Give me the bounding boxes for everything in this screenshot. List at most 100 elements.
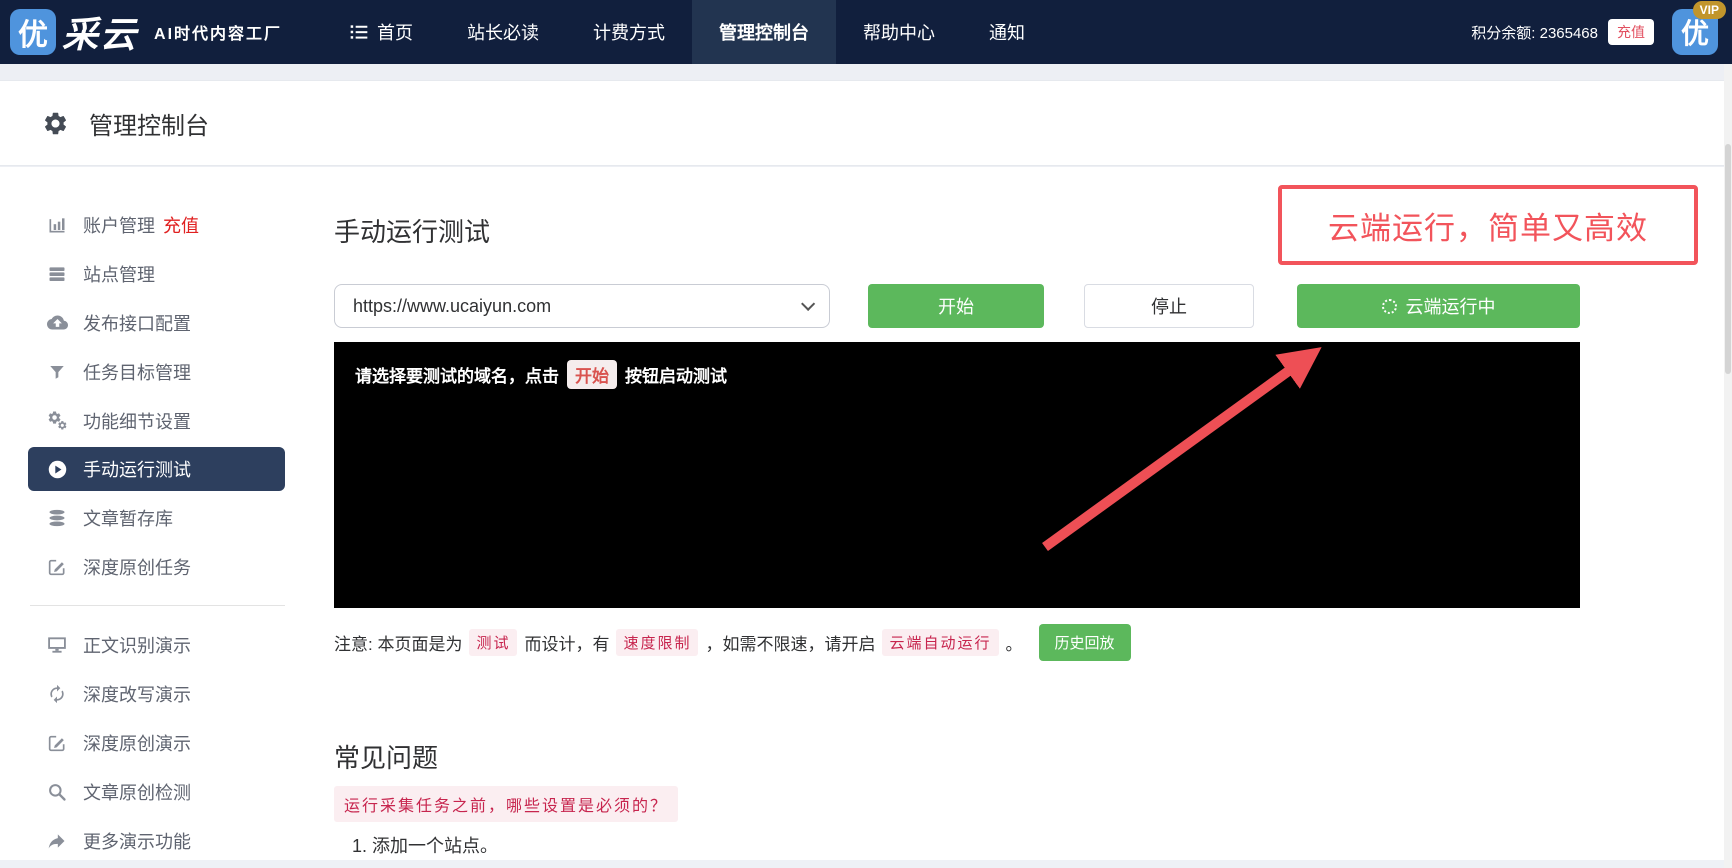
annotation-box: 云端运行，简单又高效 [1278,185,1698,265]
stop-button[interactable]: 停止 [1084,284,1254,328]
nav-item-must-read[interactable]: 站长必读 [440,0,566,64]
sidebar-item-deep-original-task[interactable]: 深度原创任务 [28,542,285,591]
sidebar-item-label: 深度原创演示 [83,733,191,754]
note-code-cloud-auto-run: 云端自动运行 [882,629,999,656]
brand-tagline: AI时代内容工厂 [154,26,283,43]
sidebar-item-label: 更多演示功能 [83,831,191,852]
nav-item-label: 帮助中心 [863,23,936,43]
page-title: 管理控制台 [89,112,209,140]
sidebar-item-sites[interactable]: 站点管理 [28,249,285,298]
recharge-badge[interactable]: 充值 [163,212,199,238]
nav-item-label: 首页 [377,23,414,43]
faq-title: 常见问题 [334,743,439,773]
sidebar-item-account[interactable]: 账户管理 充值 [28,200,285,249]
sidebar-item-feature-settings[interactable]: 功能细节设置 [28,396,285,445]
note-text: 注意: 本页面是为 [334,635,463,654]
start-button[interactable]: 开始 [868,284,1044,328]
funnel-icon [46,363,68,381]
sidebar-item-more-demos[interactable]: 更多演示功能 [28,816,285,865]
page-header: 管理控制台 [0,80,1732,166]
sidebar-item-manual-run-test[interactable]: 手动运行测试 [28,447,285,491]
faq-list-item: 1. 添加一个站点。 [352,836,499,856]
note-text: ，如需不限速，请开启 [705,635,876,654]
recharge-button[interactable]: 充值 [1608,19,1654,45]
sync-icon [46,684,68,704]
top-navbar: 优 采云 AI时代内容工厂 首页 站长必读 计费方式 管理控制台 帮助中心 通知… [0,0,1732,64]
page-root: 优 采云 AI时代内容工厂 首页 站长必读 计费方式 管理控制台 帮助中心 通知… [0,0,1732,868]
avatar[interactable]: 优 VIP [1672,1,1726,55]
nav-item-notice[interactable]: 通知 [962,0,1052,64]
cloud-upload-icon [46,312,68,333]
console-line: 请选择要测试的域名，点击 开始 按钮启动测试 [355,360,1559,389]
nav-item-label: 通知 [989,23,1026,43]
scrollbar-thumb[interactable] [1725,144,1731,374]
cloud-run-button-label: 云端运行中 [1405,297,1496,317]
server-icon [46,264,68,284]
sidebar-item-originality-check[interactable]: 文章原创检测 [28,767,285,816]
gear-icon [42,110,69,137]
sidebar-item-label: 深度改写演示 [83,684,191,705]
sidebar-divider [30,605,285,606]
list-icon [349,22,369,42]
sidebar-item-label: 任务目标管理 [83,362,191,383]
console-text: 按钮启动测试 [625,367,727,386]
nav-menu: 首页 站长必读 计费方式 管理控制台 帮助中心 通知 [322,0,1052,64]
domain-select[interactable]: https://www.ucaiyun.com [334,284,830,328]
sidebar-item-label: 功能细节设置 [83,411,191,432]
history-replay-button[interactable]: 历史回放 [1038,624,1131,661]
note-text: 。 [1005,635,1023,654]
sidebar-item-task-targets[interactable]: 任务目标管理 [28,347,285,396]
bottom-strip [0,860,1732,868]
nav-item-label: 计费方式 [593,23,666,43]
console-text: 请选择要测试的域名，点击 [355,367,559,386]
note-row: 注意: 本页面是为 测试 而设计，有 速度限制 ，如需不限速，请开启 云端自动运… [334,624,1580,661]
note-text: 而设计，有 [524,635,610,654]
sidebar-item-deep-rewrite-demo[interactable]: 深度改写演示 [28,669,285,718]
sidebar-item-label: 账户管理 [83,215,155,236]
sidebar-item-publish-api[interactable]: 发布接口配置 [28,298,285,347]
domain-select-value: https://www.ucaiyun.com [353,295,552,316]
sidebar-item-label: 深度原创任务 [83,557,191,578]
note-code-test: 测试 [469,629,518,656]
sidebar-item-deep-original-demo[interactable]: 深度原创演示 [28,718,285,767]
brand-logo-icon: 优 [10,9,56,55]
bar-chart-icon [46,215,68,235]
sidebar-item-label: 站点管理 [83,264,155,285]
spinner-icon [1381,298,1397,314]
sidebar-item-label: 文章原创检测 [83,782,191,803]
share-arrow-icon [46,831,68,851]
console-output: 请选择要测试的域名，点击 开始 按钮启动测试 [334,342,1580,608]
edit-square-icon [46,733,68,753]
sidebar-item-label: 发布接口配置 [83,313,191,334]
nav-right: 积分余额: 2365468 充值 优 VIP [1471,1,1726,55]
vip-badge: VIP [1692,1,1726,19]
nav-item-billing[interactable]: 计费方式 [566,0,692,64]
search-icon [46,782,68,802]
brand-logo[interactable]: 优 采云 AI时代内容工厂 [10,6,282,58]
sidebar-item-label: 手动运行测试 [83,460,191,480]
nav-item-label: 站长必读 [467,23,540,43]
chevron-down-icon [801,296,816,311]
nav-item-label: 管理控制台 [719,23,810,43]
sidebar-item-label: 正文识别演示 [83,635,191,656]
start-button-label: 开始 [938,297,974,317]
nav-item-console[interactable]: 管理控制台 [692,0,837,64]
scrollbar[interactable] [1724,64,1732,868]
faq-question[interactable]: 运行采集任务之前，哪些设置是必须的？ [334,786,679,822]
brand-logo-text: 采云 [62,14,139,55]
sidebar-item-label: 文章暂存库 [83,508,173,529]
sidebar-item-article-buffer[interactable]: 文章暂存库 [28,493,285,542]
nav-item-help[interactable]: 帮助中心 [836,0,962,64]
points-balance: 积分余额: 2365468 [1471,24,1598,42]
edit-icon [46,557,68,577]
section-title: 手动运行测试 [334,217,491,247]
database-icon [46,508,68,528]
play-icon [46,459,68,480]
console-start-pill: 开始 [567,360,617,389]
sidebar: 账户管理 充值 站点管理 发布接口配置 任务目标管理 功能细节设置 手动运行测试… [28,200,285,865]
stop-button-label: 停止 [1151,297,1187,317]
sidebar-item-body-recognition-demo[interactable]: 正文识别演示 [28,620,285,669]
note-code-speed-limit: 速度限制 [616,629,699,656]
cloud-run-button[interactable]: 云端运行中 [1297,284,1580,328]
nav-item-home[interactable]: 首页 [322,0,440,64]
